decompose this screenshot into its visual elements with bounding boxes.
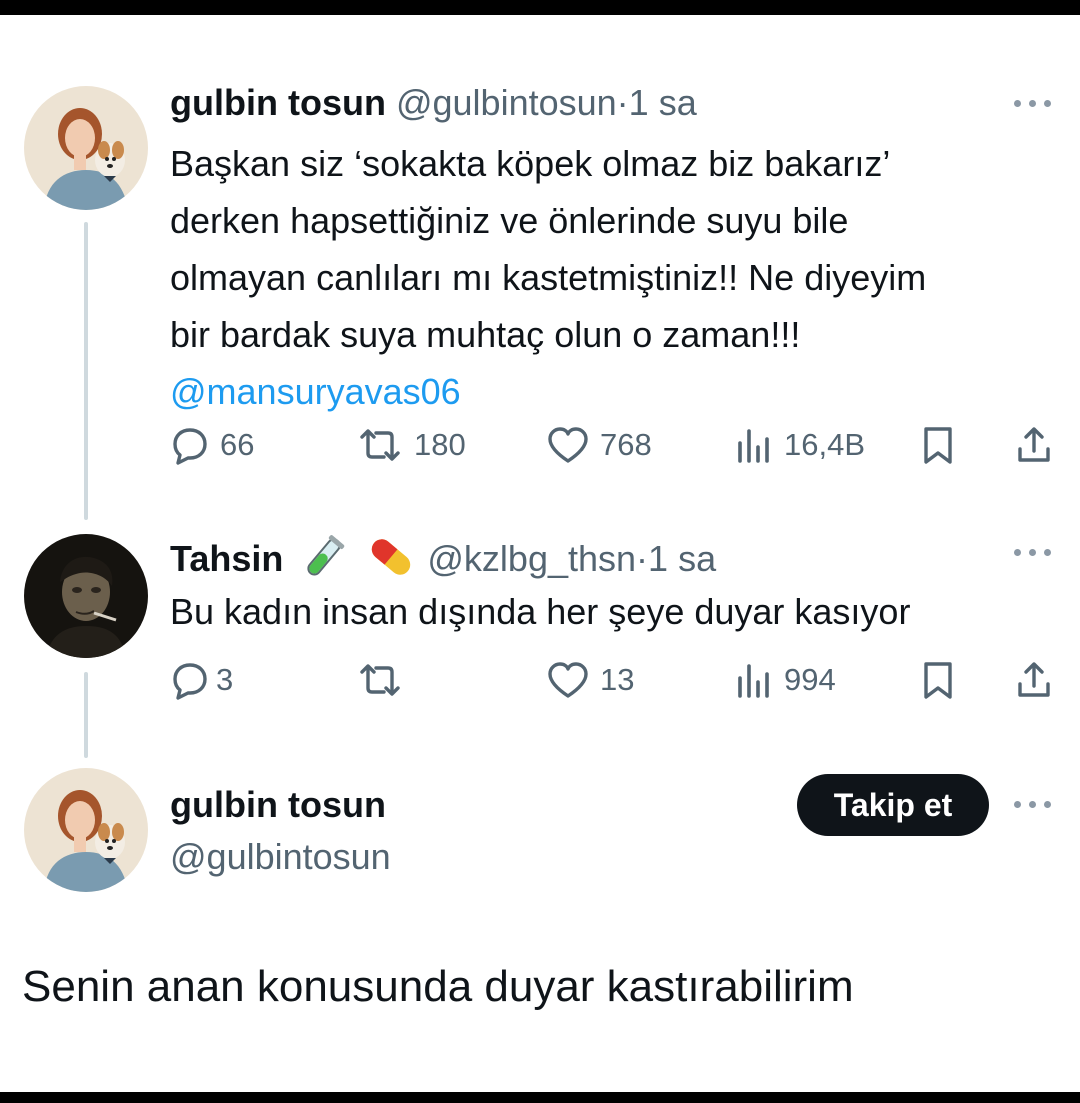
repost-icon: [360, 429, 400, 461]
repost-count: 180: [414, 427, 466, 462]
more-options-icon[interactable]: [1014, 97, 1054, 109]
status-bar: [0, 0, 1080, 15]
tweet3-author-handle: @gulbintosun: [170, 836, 391, 878]
tweet-text-line: olmayan canlıları mı kastetmiştiniz!! Ne…: [170, 257, 927, 298]
reply-button[interactable]: 66: [170, 423, 254, 467]
tweet1-header: gulbin tosun @gulbintosun·1 sa: [170, 82, 697, 124]
repost-button[interactable]: [356, 658, 414, 702]
share-button[interactable]: [1014, 658, 1054, 702]
tweet1-actions: 66 180 768 16,4B: [170, 423, 1060, 467]
share-icon: [1018, 662, 1050, 697]
repost-icon: [360, 664, 400, 696]
reply-button[interactable]: 3: [170, 658, 233, 702]
avatar-kzlbg-thsn[interactable]: [24, 534, 148, 658]
bottom-edge: [0, 1092, 1080, 1103]
like-button[interactable]: 13: [546, 658, 634, 702]
like-count: 13: [600, 662, 635, 697]
like-button[interactable]: 768: [546, 423, 652, 467]
bookmark-icon: [924, 427, 952, 464]
tweet-text-line: derken hapsettiğiniz ve önlerinde suyu b…: [170, 200, 849, 241]
follow-button[interactable]: Takip et: [797, 774, 989, 836]
tweet-text-line: bir bardak suya muhtaç olun o zaman!!!: [170, 314, 801, 355]
thread-line: [84, 222, 88, 520]
avatar-gulbintosun[interactable]: [24, 86, 148, 210]
author-handle[interactable]: @gulbintosun: [396, 82, 617, 123]
share-button[interactable]: [1014, 423, 1054, 467]
author-name[interactable]: gulbin tosun: [170, 784, 386, 825]
tweet1-body: Başkan siz ‘sokakta köpek olmaz biz baka…: [170, 135, 1070, 420]
tweet2-body: Bu kadın insan dışında her şeye duyar ka…: [170, 583, 1070, 640]
thread-line: [84, 672, 88, 758]
tweet-time[interactable]: 1 sa: [629, 82, 697, 123]
tweet-time[interactable]: 1 sa: [648, 538, 716, 579]
bookmark-button[interactable]: [920, 423, 956, 467]
views-count: 994: [784, 662, 836, 697]
bookmark-button[interactable]: [920, 658, 956, 702]
views-icon: [738, 429, 769, 463]
views-button[interactable]: 994: [734, 658, 836, 702]
bookmark-icon: [924, 662, 952, 699]
tweet-text-line: Başkan siz ‘sokakta köpek olmaz biz baka…: [170, 143, 891, 184]
more-options-icon[interactable]: [1014, 546, 1054, 558]
separator-dot: ·: [616, 82, 629, 123]
reply-count: 66: [220, 427, 255, 462]
author-handle[interactable]: @gulbintosun: [170, 836, 391, 877]
views-button[interactable]: 16,4B: [734, 423, 865, 467]
author-handle[interactable]: @kzlbg_thsn: [427, 538, 636, 579]
reply-icon: [173, 663, 207, 700]
separator-dot: ·: [636, 538, 649, 580]
author-name[interactable]: gulbin tosun: [170, 82, 386, 123]
tweet2-actions: 3 13 994: [170, 658, 1060, 702]
repost-button[interactable]: 180: [356, 423, 466, 467]
heart-icon: [548, 662, 588, 698]
author-name[interactable]: Tahsin: [170, 538, 283, 579]
more-options-icon[interactable]: [1014, 798, 1054, 810]
tweet3-body: Senin anan konusunda duyar kastırabiliri…: [22, 962, 854, 1011]
heart-icon: [548, 427, 588, 463]
views-icon: [738, 664, 769, 698]
tweet3-author-name: gulbin tosun: [170, 784, 386, 826]
reply-count: 3: [216, 662, 234, 697]
share-icon: [1018, 427, 1050, 462]
like-count: 768: [600, 427, 652, 462]
tweet-text-line: Bu kadın insan dışında her şeye duyar ka…: [170, 591, 911, 632]
avatar-gulbintosun[interactable]: [24, 768, 148, 892]
reply-icon: [173, 428, 207, 465]
mention-link[interactable]: @mansuryavas06: [170, 363, 1070, 420]
views-count: 16,4B: [784, 427, 866, 462]
